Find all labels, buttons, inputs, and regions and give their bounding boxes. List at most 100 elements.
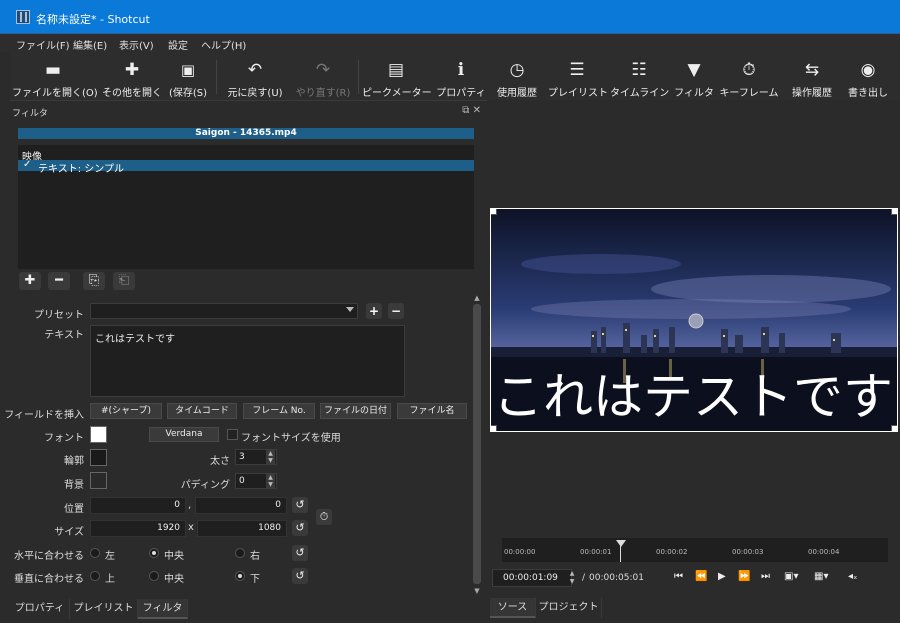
text-input[interactable]: これはテストです xyxy=(90,325,405,397)
filter-list[interactable]: 映像 ✓ テキスト: シンプル xyxy=(18,145,474,269)
list-item[interactable]: ✓ テキスト: シンプル xyxy=(18,159,474,175)
open-other-button[interactable]: ✚ その他を開く xyxy=(96,52,168,100)
remove-filter-button[interactable]: ━ xyxy=(48,272,70,290)
reset-position-icon[interactable]: ↺ xyxy=(292,497,308,513)
position-x-input[interactable]: 0 xyxy=(90,497,186,514)
valign-bottom-radio[interactable] xyxy=(235,571,245,581)
menu-file[interactable]: ファイル(F) xyxy=(16,37,70,52)
reset-size-icon[interactable]: ↺ xyxy=(292,520,308,536)
resize-handle[interactable] xyxy=(491,209,497,215)
background-label: 背景 xyxy=(64,480,84,491)
use-font-size-checkbox[interactable] xyxy=(227,429,238,440)
menu-edit[interactable]: 編集(E) xyxy=(73,37,107,52)
resize-handle[interactable] xyxy=(891,425,897,431)
keyframe-stopwatch-icon[interactable]: ⏱ xyxy=(316,509,332,525)
play-icon[interactable]: ▶ xyxy=(718,571,726,582)
export-button[interactable]: ◉ 書き出し xyxy=(842,52,894,100)
size-width-input[interactable]: 1920 xyxy=(90,520,186,537)
thickness-spinbox[interactable]: 3 ▲ ▼ xyxy=(235,449,277,465)
font-button[interactable]: Verdana xyxy=(149,427,219,442)
size-height-input[interactable]: 1080 xyxy=(197,520,287,537)
insert-timecode-button[interactable]: タイムコード xyxy=(167,403,237,419)
insert-filename-button[interactable]: ファイル名 xyxy=(397,403,467,419)
halign-right-radio[interactable] xyxy=(235,548,245,558)
valign-top-label: 上 xyxy=(105,574,115,585)
scroll-down-icon[interactable]: ▼ xyxy=(471,587,483,595)
paste-filter-button[interactable]: ⎗ xyxy=(113,272,135,290)
current-time-input[interactable]: 00:00:01:09 xyxy=(492,569,572,587)
font-color-swatch[interactable] xyxy=(90,426,107,443)
background-color-swatch[interactable] xyxy=(90,472,107,489)
tab-source[interactable]: ソース xyxy=(490,598,536,618)
history-label: 操作履歴 xyxy=(792,88,832,99)
outline-color-swatch[interactable] xyxy=(90,449,107,466)
skip-to-start-icon[interactable]: ⏮ xyxy=(674,571,683,582)
redo-icon: ↷ xyxy=(315,60,331,80)
menu-settings[interactable]: 設定 xyxy=(168,37,188,52)
form-scrollbar[interactable]: ▲ ▼ xyxy=(471,294,483,599)
halign-center-radio[interactable] xyxy=(149,548,159,558)
reset-valign-icon[interactable]: ↺ xyxy=(292,568,308,584)
menu-bar: ファイル(F) 編集(E) 表示(V) 設定 ヘルプ(H) xyxy=(0,34,900,52)
timeline-button[interactable]: ☷ タイムライン xyxy=(610,52,669,100)
halign-left-radio[interactable] xyxy=(90,548,100,558)
ruler-tick: 00:00:04 xyxy=(808,548,840,556)
total-duration: /00:00:05:01 xyxy=(582,573,644,583)
ruler-tick: 00:00:02 xyxy=(656,548,688,556)
insert-frame-button[interactable]: フレーム No. xyxy=(243,403,315,419)
rewind-icon[interactable]: ⏪ xyxy=(695,571,707,582)
redo-button[interactable]: ↷ やり直す(R) xyxy=(290,52,356,100)
tab-filters[interactable]: フィルタ xyxy=(138,599,188,619)
resize-handle[interactable] xyxy=(891,209,897,215)
save-button[interactable]: ▣ (保存(S) xyxy=(164,52,212,100)
toolbar-divider xyxy=(358,60,359,94)
playlist-button[interactable]: ☰ プレイリスト xyxy=(548,52,608,100)
undo-button[interactable]: ↶ 元に戻す(U) xyxy=(222,52,288,100)
scroll-up-icon[interactable]: ▲ xyxy=(471,294,483,302)
recent-button[interactable]: ◷ 使用履歴 xyxy=(490,52,544,100)
tab-project[interactable]: プロジェクト xyxy=(536,598,602,618)
keyframes-button[interactable]: ⏱ キーフレーム xyxy=(718,52,780,100)
properties-button[interactable]: ℹ プロパティ xyxy=(434,52,488,100)
insert-date-button[interactable]: ファイルの日付 xyxy=(320,403,391,419)
fast-forward-icon[interactable]: ⏩ xyxy=(738,571,750,582)
outline-label: 輪郭 xyxy=(64,456,84,467)
history-button[interactable]: ⇆ 操作履歴 xyxy=(784,52,840,100)
spin-arrows-icon[interactable]: ▲ ▼ xyxy=(266,474,275,488)
use-font-size-label: フォントサイズを使用 xyxy=(241,433,341,444)
video-preview[interactable]: これはテストです xyxy=(490,208,898,432)
padding-spinbox[interactable]: 0 ▲ ▼ xyxy=(235,473,277,489)
open-file-button[interactable]: ▬ ファイルを開く(O) xyxy=(12,52,98,100)
time-spin-icon[interactable]: ▲ ▼ xyxy=(567,570,577,586)
skip-to-end-icon[interactable]: ⏭ xyxy=(761,571,770,582)
clip-name-bar: Saigon - 14365.mp4 xyxy=(18,128,474,139)
folder-open-icon: ▬ xyxy=(44,60,62,80)
menu-help[interactable]: ヘルプ(H) xyxy=(201,37,246,52)
playhead[interactable] xyxy=(616,540,626,547)
valign-middle-radio[interactable] xyxy=(149,571,159,581)
spin-arrows-icon[interactable]: ▲ ▼ xyxy=(266,450,275,464)
grid-icon[interactable]: ▦▾ xyxy=(814,571,828,582)
valign-top-radio[interactable] xyxy=(90,571,100,581)
add-filter-button[interactable]: ✚ xyxy=(19,272,41,290)
delete-preset-button[interactable]: − xyxy=(388,303,404,319)
player-ruler[interactable]: 00:00:00 00:00:01 00:00:02 00:00:03 00:0… xyxy=(502,538,888,562)
zoom-icon[interactable]: ▣▾ xyxy=(784,571,798,582)
preset-combo[interactable] xyxy=(90,303,358,319)
save-preset-button[interactable]: + xyxy=(366,303,382,319)
volume-mute-icon[interactable]: ◂ₓ xyxy=(848,571,857,582)
menu-view[interactable]: 表示(V) xyxy=(119,37,154,52)
reset-halign-icon[interactable]: ↺ xyxy=(292,545,308,561)
tab-properties[interactable]: プロパティ xyxy=(10,599,70,619)
copy-filter-button[interactable]: ⎘ xyxy=(83,272,105,290)
tab-playlist[interactable]: プレイリスト xyxy=(70,599,138,619)
float-icon[interactable]: ⧉ xyxy=(462,105,469,116)
check-icon[interactable]: ✓ xyxy=(23,159,31,170)
resize-handle[interactable] xyxy=(491,425,497,431)
position-y-input[interactable]: 0 xyxy=(195,497,287,514)
scrollbar-thumb[interactable] xyxy=(473,304,481,584)
peak-meter-button[interactable]: ▤ ピークメーター xyxy=(362,52,432,100)
filters-button[interactable]: ▼ フィルタ xyxy=(670,52,718,100)
insert-hash-button[interactable]: #(シャープ) xyxy=(90,403,162,419)
close-icon[interactable]: ✕ xyxy=(473,105,481,116)
